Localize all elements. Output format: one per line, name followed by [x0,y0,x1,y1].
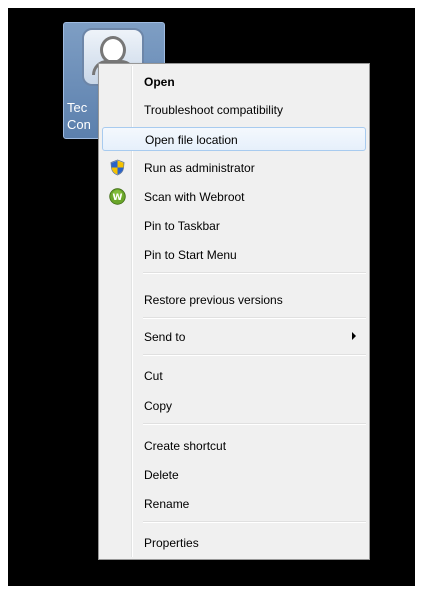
menu-item-label: Open [144,75,175,89]
menu-item-create-shortcut[interactable]: Create shortcut [102,434,366,458]
menu-item-properties[interactable]: Properties [102,531,366,555]
menu-item-restore-previous-versions[interactable]: Restore previous versions [102,288,366,312]
uac-shield-icon [110,159,125,176]
menu-item-open[interactable]: Open [102,70,366,94]
menu-item-label: Copy [144,399,173,413]
webroot-icon: W [109,188,126,205]
menu-item-troubleshoot-compatibility[interactable]: Troubleshoot compatibility [102,98,366,122]
menu-item-label: Pin to Start Menu [144,248,237,262]
menu-item-scan-with-webroot[interactable]: W Scan with Webroot [102,185,366,209]
menu-item-run-as-administrator[interactable]: Run as administrator [102,156,366,180]
menu-item-open-file-location[interactable]: Open file location [102,127,366,151]
svg-text:W: W [113,193,123,203]
menu-item-label: Send to [144,330,186,344]
menu-item-rename[interactable]: Rename [102,492,366,516]
menu-separator [143,423,366,425]
menu-item-label: Scan with Webroot [144,190,245,204]
menu-item-label: Properties [144,536,199,550]
submenu-arrow-icon [352,332,356,340]
menu-separator [143,272,366,274]
menu-item-label: Troubleshoot compatibility [144,103,283,117]
menu-item-label: Pin to Taskbar [144,219,220,233]
menu-item-cut[interactable]: Cut [102,364,366,388]
menu-item-delete[interactable]: Delete [102,463,366,487]
menu-item-label: Run as administrator [144,161,255,175]
menu-item-label: Delete [144,468,179,482]
menu-item-pin-to-taskbar[interactable]: Pin to Taskbar [102,214,366,238]
menu-item-label: Cut [144,369,163,383]
menu-separator [143,521,366,523]
menu-item-label: Open file location [145,133,238,147]
menu-separator [143,317,366,319]
menu-separator [143,354,366,356]
desktop-background: ↗ Tec Con Open Troubleshoot compatibilit… [8,8,415,586]
menu-item-label: Rename [144,497,190,511]
context-menu: Open Troubleshoot compatibility Open fil… [98,63,370,560]
menu-item-copy[interactable]: Copy [102,394,366,418]
menu-item-send-to[interactable]: Send to [102,325,366,349]
menu-item-pin-to-start-menu[interactable]: Pin to Start Menu [102,243,366,267]
menu-item-label: Restore previous versions [144,293,283,307]
menu-item-label: Create shortcut [144,439,227,453]
